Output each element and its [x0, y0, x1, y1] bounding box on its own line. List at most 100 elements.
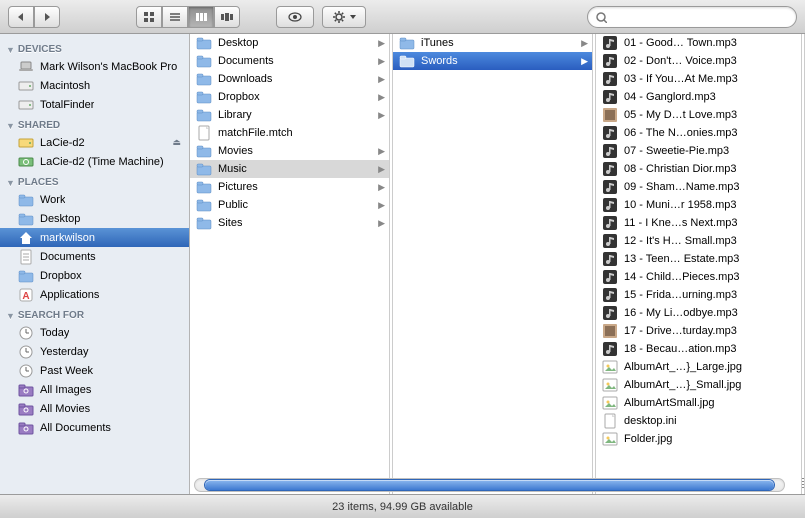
sidebar-item[interactable]: TotalFinder — [0, 95, 189, 114]
file-row[interactable]: Library▶ — [190, 106, 389, 124]
sidebar-item-label: Dropbox — [40, 270, 82, 282]
sidebar-item[interactable]: markwilson — [0, 228, 189, 247]
ext-drive-icon — [18, 135, 34, 151]
disclosure-triangle-icon: ▼ — [6, 121, 15, 131]
hdd-icon — [18, 97, 34, 113]
file-row[interactable]: Sites▶ — [190, 214, 389, 232]
file-row[interactable]: Downloads▶ — [190, 70, 389, 88]
search-input[interactable] — [587, 6, 797, 28]
eject-icon[interactable]: ⏏ — [172, 137, 181, 148]
sidebar-item[interactable]: All Movies — [0, 399, 189, 418]
file-label: AlbumArtSmall.jpg — [624, 397, 714, 409]
disclosure-triangle-icon: ▼ — [6, 45, 15, 55]
sidebar-section-header[interactable]: ▼DEVICES — [0, 38, 189, 57]
file-row[interactable]: 08 - Christian Dior.mp3 — [596, 160, 801, 178]
file-row[interactable]: 13 - Teen… Estate.mp3 — [596, 250, 801, 268]
back-button[interactable] — [8, 6, 34, 28]
sidebar-item[interactable]: Today — [0, 323, 189, 342]
list-view-button[interactable] — [162, 6, 188, 28]
column-view-button[interactable] — [188, 6, 214, 28]
file-row[interactable]: Music▶ — [190, 160, 389, 178]
file-row[interactable]: AlbumArt_…}_Small.jpg — [596, 376, 801, 394]
sidebar-section-header[interactable]: ▼SEARCH FOR — [0, 304, 189, 323]
file-row[interactable]: Dropbox ▶ — [190, 88, 389, 106]
file-row[interactable]: 06 - The N…onies.mp3 — [596, 124, 801, 142]
view-buttons — [136, 6, 240, 28]
file-row[interactable]: 18 - Becau…ation.mp3 — [596, 340, 801, 358]
sidebar-item-label: TotalFinder — [40, 99, 94, 111]
sidebar-item[interactable]: Macintosh — [0, 76, 189, 95]
file-row[interactable]: Pictures▶ — [190, 178, 389, 196]
sidebar-item[interactable]: All Documents — [0, 418, 189, 437]
file-row[interactable]: AlbumArt_…}_Large.jpg — [596, 358, 801, 376]
sidebar-item-label: Macintosh — [40, 80, 90, 92]
file-row[interactable]: 15 - Frida…urning.mp3 — [596, 286, 801, 304]
expand-arrow-icon: ▶ — [378, 92, 385, 103]
file-row[interactable]: 05 - My D…t Love.mp3 — [596, 106, 801, 124]
file-row[interactable]: 07 - Sweetie-Pie.mp3 — [596, 142, 801, 160]
audio-icon — [602, 179, 618, 195]
sidebar-item[interactable]: Mark Wilson's MacBook Pro — [0, 57, 189, 76]
file-label: desktop.ini — [624, 415, 677, 427]
file-row[interactable]: 12 - It's H… Small.mp3 — [596, 232, 801, 250]
sidebar-item[interactable]: Applications — [0, 285, 189, 304]
coverflow-view-button[interactable] — [214, 6, 240, 28]
sidebar-item[interactable]: LaCie-d2 (Time Machine) — [0, 152, 189, 171]
file-row[interactable]: Public▶ — [190, 196, 389, 214]
file-row[interactable]: Documents▶ — [190, 52, 389, 70]
file-row[interactable]: Movies▶ — [190, 142, 389, 160]
file-row[interactable]: Swords▶ — [393, 52, 592, 70]
folder-icon — [196, 89, 212, 105]
sidebar-section-header[interactable]: ▼SHARED — [0, 114, 189, 133]
file-row[interactable]: Desktop▶ — [190, 34, 389, 52]
file-row[interactable]: 09 - Sham…Name.mp3 — [596, 178, 801, 196]
audio-icon — [602, 53, 618, 69]
file-label: Downloads — [218, 73, 272, 85]
sidebar-item[interactable]: Dropbox — [0, 266, 189, 285]
file-row[interactable]: 10 - Muni…r 1958.mp3 — [596, 196, 801, 214]
file-label: 02 - Don't… Voice.mp3 — [624, 55, 737, 67]
file-row[interactable]: 14 - Child…Pieces.mp3 — [596, 268, 801, 286]
tm-drive-icon — [18, 154, 34, 170]
audio-icon — [602, 197, 618, 213]
sidebar-item[interactable]: Yesterday — [0, 342, 189, 361]
sidebar-item[interactable]: Desktop — [0, 209, 189, 228]
sidebar-item[interactable]: Documents — [0, 247, 189, 266]
file-row[interactable]: desktop.ini — [596, 412, 801, 430]
file-label: iTunes — [421, 37, 454, 49]
file-label: 14 - Child…Pieces.mp3 — [624, 271, 740, 283]
sidebar-item-label: Applications — [40, 289, 99, 301]
file-label: Documents — [218, 55, 274, 67]
file-row[interactable]: 02 - Don't… Voice.mp3 — [596, 52, 801, 70]
sidebar-section-header[interactable]: ▼PLACES — [0, 171, 189, 190]
action-menu-button[interactable] — [322, 6, 366, 28]
sidebar-item[interactable]: LaCie-d2⏏ — [0, 133, 189, 152]
sidebar-item-label: Yesterday — [40, 346, 89, 358]
forward-button[interactable] — [34, 6, 60, 28]
file-row[interactable]: AlbumArtSmall.jpg — [596, 394, 801, 412]
file-row[interactable]: iTunes▶ — [393, 34, 592, 52]
file-row[interactable]: 17 - Drive…turday.mp3 — [596, 322, 801, 340]
file-label: 11 - I Kne…s Next.mp3 — [624, 217, 738, 229]
file-row[interactable]: 03 - If You…At Me.mp3 — [596, 70, 801, 88]
horizontal-scrollbar[interactable] — [194, 478, 785, 492]
file-label: 17 - Drive…turday.mp3 — [624, 325, 737, 337]
image-icon — [602, 431, 618, 447]
file-row[interactable]: 01 - Good… Town.mp3 — [596, 34, 801, 52]
file-row[interactable]: 11 - I Kne…s Next.mp3 — [596, 214, 801, 232]
sidebar-item[interactable]: Work — [0, 190, 189, 209]
sidebar-item[interactable]: Past Week — [0, 361, 189, 380]
sidebar-item-label: LaCie-d2 (Time Machine) — [40, 156, 164, 168]
file-label: 10 - Muni…r 1958.mp3 — [624, 199, 737, 211]
file-label: Dropbox — [218, 91, 260, 103]
quicklook-button[interactable] — [276, 6, 314, 28]
expand-arrow-icon: ▶ — [378, 164, 385, 175]
file-row[interactable]: 04 - Ganglord.mp3 — [596, 88, 801, 106]
icon-view-button[interactable] — [136, 6, 162, 28]
home-icon — [18, 230, 34, 246]
file-row[interactable]: 16 - My Li…odbye.mp3 — [596, 304, 801, 322]
expand-arrow-icon: ▶ — [378, 218, 385, 229]
sidebar-item[interactable]: All Images — [0, 380, 189, 399]
file-row[interactable]: matchFile.mtch — [190, 124, 389, 142]
file-row[interactable]: Folder.jpg — [596, 430, 801, 448]
